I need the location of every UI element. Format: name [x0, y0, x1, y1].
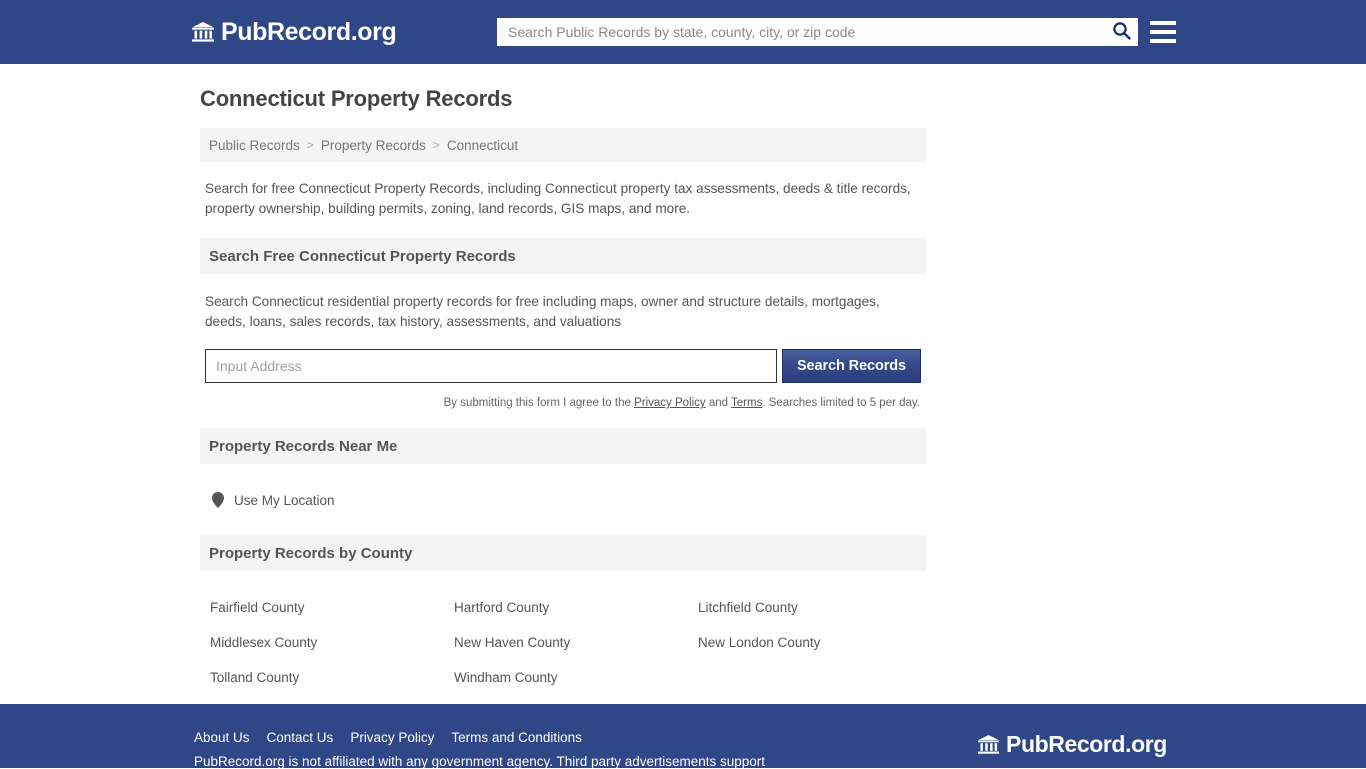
footer-link-terms-and-conditions[interactable]: Terms and Conditions: [451, 730, 582, 745]
page-intro-text: Search for free Connecticut Property Rec…: [205, 181, 911, 216]
use-my-location-label: Use My Location: [234, 492, 335, 508]
county-link-litchfield[interactable]: Litchfield County: [698, 600, 798, 615]
map-pin-icon: [212, 492, 224, 508]
breadcrumb-item-property-records[interactable]: Property Records: [321, 138, 426, 153]
county-link-windham[interactable]: Windham County: [454, 670, 558, 685]
footer-link-privacy-policy[interactable]: Privacy Policy: [350, 730, 434, 745]
breadcrumb-separator: >: [306, 138, 314, 152]
use-my-location-row[interactable]: Use My Location: [205, 464, 921, 516]
search-records-button[interactable]: Search Records: [782, 349, 921, 383]
hamburger-bar: [1150, 39, 1176, 43]
county-section-heading: Property Records by County: [200, 535, 926, 571]
search-section-description: Search Connecticut residential property …: [205, 294, 880, 329]
county-link-fairfield[interactable]: Fairfield County: [210, 600, 305, 615]
county-section-body: Fairfield County Hartford County Litchfi…: [200, 571, 926, 685]
site-header: PubRecord.org: [0, 0, 1366, 64]
breadcrumb-item-public-records[interactable]: Public Records: [209, 138, 300, 153]
consent-note-suffix: . Searches limited to 5 per day.: [762, 397, 920, 409]
consent-note-and: and: [705, 397, 732, 409]
search-section-heading: Search Free Connecticut Property Records: [200, 238, 926, 274]
county-link-new-london[interactable]: New London County: [698, 635, 820, 650]
form-consent-note: By submitting this form I agree to the P…: [205, 397, 921, 409]
hamburger-menu-icon[interactable]: [1150, 19, 1176, 45]
footer-disclaimer: PubRecord.org is not affiliated with any…: [194, 754, 766, 769]
footer-logo[interactable]: PubRecord.org: [978, 733, 1167, 756]
page-content: Connecticut Property Records Public Reco…: [0, 64, 1366, 685]
terms-link[interactable]: Terms: [731, 397, 762, 409]
county-link-middlesex[interactable]: Middlesex County: [210, 635, 317, 650]
footer-logo-text: PubRecord.org: [1006, 731, 1167, 757]
search-input[interactable]: [497, 18, 1104, 46]
address-search-form: Search Records: [205, 349, 921, 383]
footer-nav: About Us Contact Us Privacy Policy Terms…: [194, 730, 582, 745]
hamburger-bar: [1150, 30, 1176, 34]
county-link-new-haven[interactable]: New Haven County: [454, 635, 570, 650]
address-input[interactable]: [205, 349, 777, 383]
near-me-section-body: Use My Location: [200, 464, 926, 516]
breadcrumb-separator: >: [432, 138, 440, 152]
footer-link-contact-us[interactable]: Contact Us: [267, 730, 334, 745]
search-section-body: Search Connecticut residential property …: [200, 274, 926, 409]
footer-link-about-us[interactable]: About Us: [194, 730, 250, 745]
page-title: Connecticut Property Records: [200, 86, 513, 111]
hamburger-bar: [1150, 21, 1176, 25]
consent-note-prefix: By submitting this form I agree to the: [443, 397, 635, 409]
search-submit-button[interactable]: [1104, 18, 1138, 46]
privacy-policy-link[interactable]: Privacy Policy: [634, 397, 706, 409]
near-me-section-heading: Property Records Near Me: [200, 428, 926, 464]
header-logo[interactable]: PubRecord.org: [192, 17, 397, 46]
county-list: Fairfield County Hartford County Litchfi…: [205, 571, 921, 685]
search-icon: [1112, 21, 1131, 43]
breadcrumb: Public Records > Property Records > Conn…: [200, 128, 926, 162]
bank-icon: [978, 734, 999, 755]
county-link-tolland[interactable]: Tolland County: [210, 670, 299, 685]
county-link-hartford[interactable]: Hartford County: [454, 600, 549, 615]
breadcrumb-item-connecticut: Connecticut: [446, 137, 519, 153]
header-logo-text: PubRecord.org: [221, 17, 397, 46]
bank-icon: [192, 21, 214, 43]
header-search-bar: [497, 18, 1138, 46]
